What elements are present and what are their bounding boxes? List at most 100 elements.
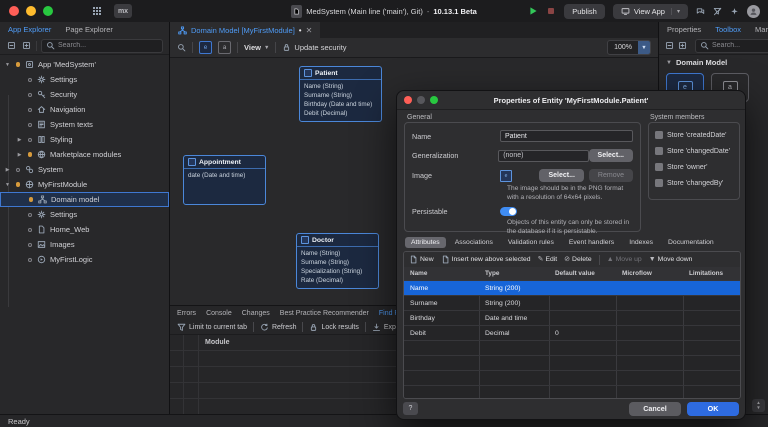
checkbox-store-changedby[interactable]: Store 'changedBy' [649,179,739,187]
tree-item-images[interactable]: Images [0,237,169,252]
dialog-tab-attributes[interactable]: Attributes [405,237,446,248]
checkbox-store-createddate[interactable]: Store 'createdDate' [649,131,739,139]
dialog-tab-validation-rules[interactable]: Validation rules [502,237,560,248]
entity-attribute[interactable]: Debit (Decimal) [304,109,377,118]
collapse-all-icon[interactable] [665,40,674,51]
persistable-toggle[interactable] [500,207,517,216]
tree-item-styling[interactable]: ▶Styling [0,132,169,147]
toolbox-search-input[interactable] [712,42,768,49]
entity-attribute[interactable]: Birthday (Date and time) [304,100,377,109]
tree-item-security[interactable]: Security [0,87,169,102]
delete-button[interactable]: ⊘Delete [564,256,592,263]
locate-icon[interactable] [21,40,32,51]
entity-attribute[interactable]: date (Date and time) [188,171,261,180]
tree-item-myfirstmodule[interactable]: ▼MyFirstModule [0,177,169,192]
lock-results-button[interactable]: Lock results [309,323,358,332]
tree-item-domain-model[interactable]: Domain model [0,192,169,207]
tab-marketplace[interactable]: Marketplace [755,25,768,34]
chevron-down-icon[interactable]: ▾ [671,8,680,15]
chevron-right-icon[interactable]: ▶ [16,152,23,158]
refresh-button[interactable]: Refresh [260,323,297,332]
dialog-tab-indexes[interactable]: Indexes [623,237,659,248]
move-down-button[interactable]: ▼Move down [649,256,693,263]
dialog-close-icon[interactable] [404,96,412,104]
explorer-search-input[interactable] [58,42,158,49]
entity-attribute[interactable]: Rate (Decimal) [301,276,374,285]
dialog-zoom-icon[interactable] [430,96,438,104]
entity-attribute[interactable]: Name (String) [301,249,374,258]
zoom-dropdown-icon[interactable]: ▼ [638,41,650,54]
attribute-row-birthday[interactable]: BirthdayDate and time [404,311,740,326]
dock-tab-changes[interactable]: Changes [242,310,270,317]
attribute-row-debit[interactable]: DebitDecimal0 [404,326,740,341]
tab-properties[interactable]: Properties [667,25,701,34]
scroll-stepper[interactable]: ▲▼ [752,399,765,412]
dialog-tab-associations[interactable]: Associations [449,237,499,248]
empty-row[interactable] [404,341,740,356]
tree-item-home-web[interactable]: Home_Web [0,222,169,237]
filter-icon[interactable] [713,7,722,16]
run-icon[interactable] [528,6,538,16]
add-annotation-tool-icon[interactable]: a [218,41,231,54]
dock-tab-errors[interactable]: Errors [177,310,196,317]
view-app-button[interactable]: View App ▾ [613,4,688,19]
entity-doctor[interactable]: Doctor Name (String)Surname (String)Speci… [296,233,379,289]
entity-attribute[interactable]: Name (String) [304,82,377,91]
collapse-all-icon[interactable] [6,40,17,51]
insert-new-above-selected-button[interactable]: Insert new above selected [441,255,531,264]
checkbox-store-changeddate[interactable]: Store 'changedDate' [649,147,739,155]
attribute-row-name[interactable]: NameString (200) [404,281,740,296]
toolbox-section-header[interactable]: ▼ Domain Model [659,55,768,70]
tree-item-app-medsystem[interactable]: ▼App 'MedSystem' [0,57,169,72]
tab-page-explorer[interactable]: Page Explorer [65,25,113,34]
toolbox-search[interactable] [695,39,768,53]
tree-item-marketplace-modules[interactable]: ▶Marketplace modules [0,147,169,162]
dock-tab-console[interactable]: Console [206,310,232,317]
tab-toolbox[interactable]: Toolbox [715,25,741,34]
edit-button[interactable]: ✎Edit [538,256,558,263]
checkbox-icon[interactable] [655,163,663,171]
image-remove-button[interactable]: Remove [589,169,633,182]
entity-name-input[interactable] [500,130,633,142]
empty-row[interactable] [404,371,740,386]
tree-item-settings[interactable]: Settings [0,72,169,87]
entity-header[interactable]: Appointment [184,156,265,169]
dialog-tab-documentation[interactable]: Documentation [662,237,720,248]
chevron-down-icon[interactable]: ▼ [4,62,11,68]
chevron-right-icon[interactable]: ▶ [16,137,23,143]
image-select-button[interactable]: Select... [539,169,583,182]
tree-item-navigation[interactable]: Navigation [0,102,169,117]
tree-item-system[interactable]: ▶System [0,162,169,177]
feedback-chat-icon[interactable] [696,7,705,16]
add-entity-tool-icon[interactable]: e [199,41,212,54]
entity-patient[interactable]: PatientName (String)Surname (String)Birt… [299,66,382,122]
stop-icon[interactable] [546,6,556,16]
search-icon[interactable] [177,43,186,52]
tree-item-myfirstlogic[interactable]: MyFirstLogic [0,252,169,267]
locate-icon[interactable] [678,40,687,51]
empty-row[interactable] [404,356,740,371]
view-menu-button[interactable]: View▼ [244,43,269,52]
dock-tab-best-practice-recommender[interactable]: Best Practice Recommender [280,310,369,317]
dialog-tab-event-handlers[interactable]: Event handlers [563,237,620,248]
entity-header[interactable]: Doctor [297,234,378,247]
tab-app-explorer[interactable]: App Explorer [8,25,51,34]
update-security-button[interactable]: Update security [282,43,346,52]
entity-attribute[interactable]: Surname (String) [304,91,377,100]
chevron-down-icon[interactable]: ▼ [4,182,11,188]
close-tab-icon[interactable]: ✕ [306,26,313,35]
new-button[interactable]: New [409,255,434,264]
publish-button[interactable]: Publish [564,4,605,19]
entity-attribute[interactable]: Specialization (String) [301,267,374,276]
checkbox-icon[interactable] [655,147,663,155]
ok-button[interactable]: OK [687,402,739,416]
cancel-button[interactable]: Cancel [629,402,681,416]
zoom-control[interactable]: 100% ▼ [607,40,651,55]
tree-item-settings[interactable]: Settings [0,207,169,222]
checkbox-store-owner[interactable]: Store 'owner' [649,163,739,171]
explorer-search[interactable] [41,39,163,53]
entity-attribute[interactable]: Surname (String) [301,258,374,267]
ai-assist-icon[interactable] [730,7,739,16]
chevron-right-icon[interactable]: ▶ [4,167,11,173]
generalization-select-button[interactable]: Select... [589,149,633,162]
